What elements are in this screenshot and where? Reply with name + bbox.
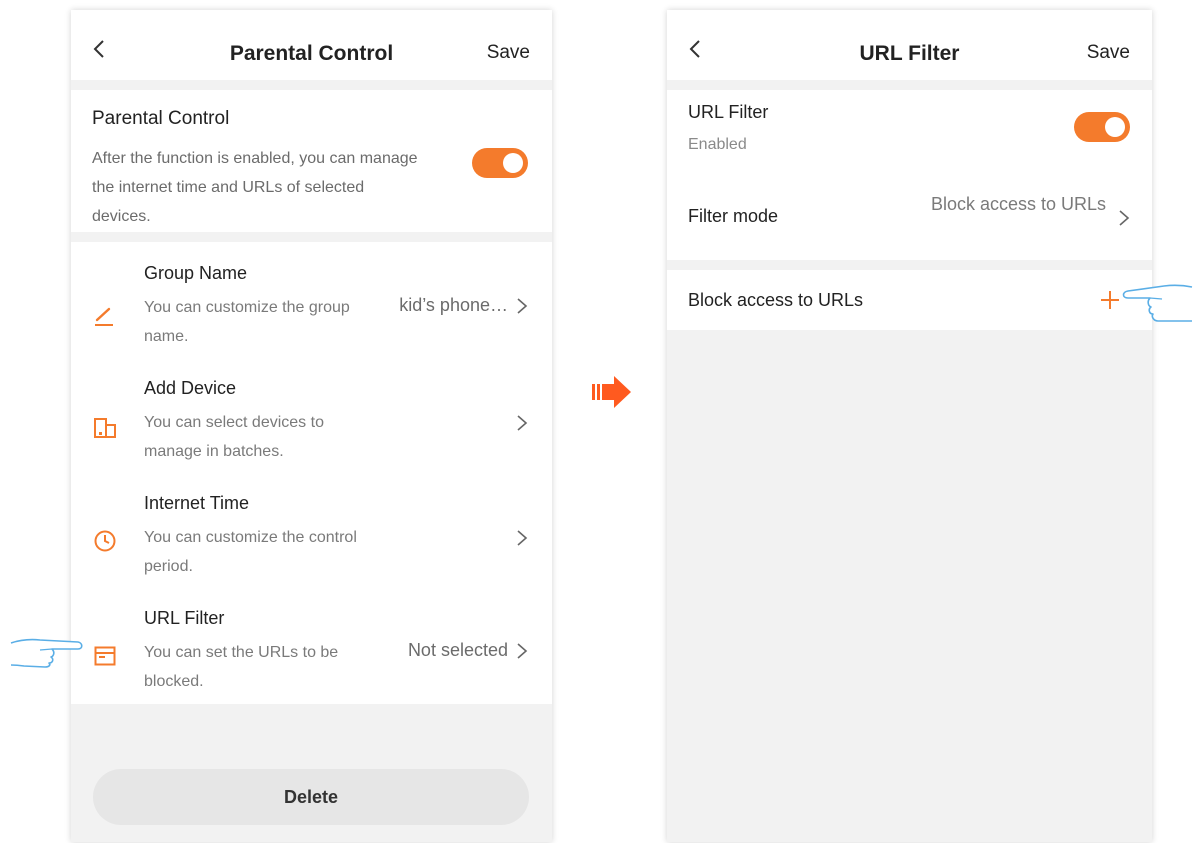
pencil-icon [95,307,113,326]
filter-mode-value[interactable]: Block access to URLs [926,190,1106,218]
chevron-right-icon [517,530,528,546]
item-name: Internet Time [144,493,250,513]
item-description: You can select devices to manage in batc… [144,414,324,460]
page-title: URL Filter [859,42,960,65]
save-button[interactable]: Save [1087,42,1130,64]
status-text: Enabled [688,136,747,153]
item-value: Not selected [407,640,508,660]
chevron-right-icon [1119,210,1130,226]
chevron-left-icon[interactable] [89,38,111,60]
toggle-knob [1105,117,1125,137]
list-item-group-name[interactable]: Group Name You can customize the group n… [71,263,552,378]
device-icon [94,418,116,438]
item-name: Group Name [144,263,248,283]
feature-title: URL Filter [688,102,769,122]
url-filter-card: URL Filter Enabled Filter mode Block acc… [667,90,1152,260]
item-description: You can customize the group name. [144,299,350,345]
browser-window-icon [94,646,116,666]
chevron-right-icon [517,298,528,314]
block-list-row: Block access to URLs [667,270,1152,330]
clock-icon [94,530,116,552]
filter-mode-label[interactable]: Filter mode [688,206,778,227]
chevron-right-icon [517,643,528,659]
item-name: URL Filter [144,608,225,628]
list-item-url-filter[interactable]: URL Filter You can set the URLs to be bl… [71,608,552,723]
list-item-internet-time[interactable]: Internet Time You can customize the cont… [71,493,552,608]
pointing-hand-icon [1122,284,1193,322]
delete-button[interactable]: Delete [93,769,529,825]
list-item-add-device[interactable]: Add Device You can select devices to man… [71,378,552,493]
url-filter-screen: URL Filter Save URL Filter Enabled Filte… [667,10,1152,842]
parental-control-toggle[interactable] [472,148,528,178]
block-list-label: Block access to URLs [688,290,864,310]
save-button[interactable]: Save [487,42,530,64]
parental-control-screen: Parental Control Save Parental Control A… [71,10,552,842]
page-title: Parental Control [229,42,394,65]
nav-bar: URL Filter Save [667,10,1152,80]
plus-icon[interactable] [1099,289,1121,311]
arrow-right-icon [592,376,631,408]
feature-description: After the function is enabled, you can m… [92,150,418,225]
item-value: kid’s phone… [399,295,508,315]
settings-list: Group Name You can customize the group n… [71,242,552,704]
nav-bar: Parental Control Save [71,10,552,80]
feature-title: Parental Control [92,108,230,129]
toggle-knob [503,153,523,173]
url-filter-toggle[interactable] [1074,112,1130,142]
parental-control-card: Parental Control After the function is e… [71,90,552,232]
item-description: You can set the URLs to be blocked. [144,644,339,690]
chevron-left-icon[interactable] [685,38,707,60]
pointing-hand-icon [10,638,83,668]
item-description: You can customize the control period. [144,529,357,575]
chevron-right-icon [517,415,528,431]
item-name: Add Device [144,378,237,398]
